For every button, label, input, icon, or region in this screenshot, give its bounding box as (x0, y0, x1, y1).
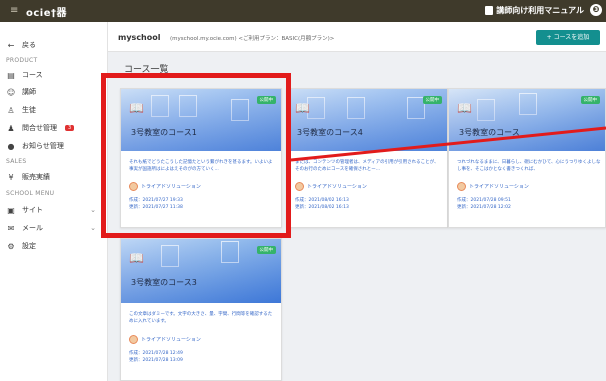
annotation-arrow (290, 126, 606, 162)
